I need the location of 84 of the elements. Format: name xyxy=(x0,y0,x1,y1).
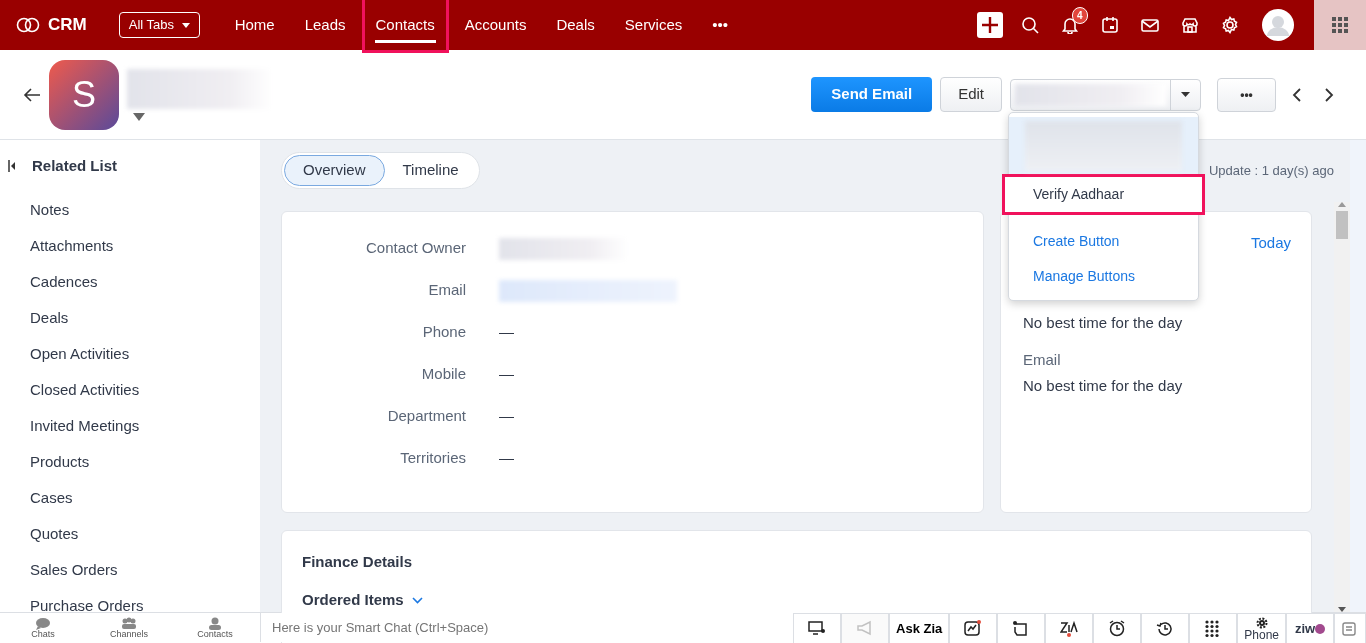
scrollbar[interactable] xyxy=(1334,202,1350,612)
caret-icon xyxy=(181,23,190,29)
avatar-icon[interactable] xyxy=(1262,9,1294,41)
history-icon[interactable] xyxy=(1156,619,1175,638)
edit-button[interactable]: Edit xyxy=(940,77,1002,112)
related-list-item[interactable]: Purchase Orders xyxy=(0,588,260,624)
send-email-button[interactable]: Send Email xyxy=(811,77,933,112)
previous-icon[interactable] xyxy=(1292,87,1302,102)
related-list-item[interactable]: Products xyxy=(0,444,260,480)
notification-badge: 4 xyxy=(1072,7,1088,24)
chevron-down-icon[interactable] xyxy=(411,596,423,604)
nav-tab[interactable]: Services xyxy=(613,0,694,50)
nav-tab[interactable]: Deals xyxy=(545,0,606,50)
dropdown-item[interactable]: Verify Aadhaar xyxy=(1005,177,1202,212)
all-tabs-button[interactable]: All Tabs xyxy=(118,12,200,38)
nav-tab[interactable]: Leads xyxy=(293,0,357,50)
field-label: Mobile xyxy=(420,364,466,385)
back-arrow-icon[interactable] xyxy=(23,87,41,102)
related-list-item[interactable]: Notes xyxy=(0,192,260,228)
add-icon[interactable] xyxy=(977,12,1003,38)
field-label: Contact Owner xyxy=(364,238,466,259)
related-list-item[interactable]: Sales Orders xyxy=(0,552,260,588)
caret-icon xyxy=(1181,92,1190,97)
contact-avatar: S xyxy=(49,59,119,130)
field-value: — xyxy=(499,448,514,469)
bell-icon[interactable] xyxy=(1061,16,1079,34)
related-list-item[interactable]: Deals xyxy=(0,300,260,336)
last-update-text: Update : 1 day(s) ago xyxy=(1208,161,1334,180)
view-tab[interactable]: Overview xyxy=(284,155,385,186)
monitor-icon[interactable] xyxy=(808,619,827,638)
field-label: Territories xyxy=(399,448,466,469)
field-value: — xyxy=(499,322,514,343)
ask-zia-button[interactable]: Ask Zia xyxy=(889,613,950,643)
calendar-icon[interactable] xyxy=(1101,16,1119,34)
brand-name: CRM xyxy=(48,14,87,37)
settings-icon[interactable] xyxy=(1221,16,1239,34)
bottom-tab-label[interactable]: Chats xyxy=(31,630,55,639)
tag-icon xyxy=(133,112,145,121)
dropdown-item[interactable]: Manage Buttons xyxy=(1009,259,1198,294)
more-actions-button[interactable]: ••• xyxy=(1217,77,1276,112)
nav-tab[interactable]: Accounts xyxy=(453,0,538,50)
related-list-item[interactable]: Cases xyxy=(0,480,260,516)
best-time-value: No best time for the day xyxy=(1023,376,1184,396)
phone-button[interactable]: Phone xyxy=(1237,613,1286,643)
related-list-item[interactable]: Invited Meetings xyxy=(0,408,260,444)
related-list-item[interactable]: Open Activities xyxy=(0,336,260,372)
related-list-item[interactable]: Cadences xyxy=(0,264,260,300)
search-icon[interactable] xyxy=(1021,16,1039,34)
field-value: — xyxy=(499,364,514,385)
field-label: Phone xyxy=(421,322,466,343)
nav-tab[interactable]: Home xyxy=(223,0,286,50)
best-time-value: No best time for the day xyxy=(1023,313,1184,333)
zia-logo-icon[interactable] xyxy=(1060,619,1079,638)
field-value: — xyxy=(499,406,514,427)
view-tab[interactable]: Timeline xyxy=(384,155,477,186)
chart-icon[interactable] xyxy=(964,619,983,638)
collapse-icon[interactable] xyxy=(8,160,16,172)
ziwo-dot-icon xyxy=(1315,623,1326,634)
bottom-tab-label[interactable]: Contacts xyxy=(197,630,233,639)
nav-tab[interactable]: Contacts xyxy=(364,0,446,50)
field-label: Email xyxy=(427,280,466,301)
dropdown-item[interactable]: Create Button xyxy=(1009,224,1198,259)
channels-icon[interactable] xyxy=(121,617,137,630)
contacts-icon[interactable] xyxy=(207,617,223,630)
more-tabs-button[interactable]: ••• xyxy=(701,0,740,50)
alarm-icon[interactable] xyxy=(1108,619,1127,638)
best-time-heading: Email xyxy=(1023,349,1062,370)
section-title: Ordered Items xyxy=(302,590,404,610)
mail-icon[interactable] xyxy=(1141,16,1159,34)
related-list-item[interactable]: Quotes xyxy=(0,516,260,552)
related-list-title: Related List xyxy=(32,155,118,176)
store-icon[interactable] xyxy=(1181,16,1199,34)
next-icon[interactable] xyxy=(1324,87,1334,102)
scroll-thumb[interactable] xyxy=(1336,211,1348,239)
bottom-tab-label[interactable]: Channels xyxy=(110,630,148,639)
gear-icon xyxy=(1255,616,1268,629)
logo-icon xyxy=(16,16,40,34)
notes-icon[interactable] xyxy=(1341,619,1359,638)
related-list-item[interactable]: Closed Activities xyxy=(0,372,260,408)
apps-grid-icon[interactable] xyxy=(1332,17,1348,33)
field-label: Department xyxy=(386,406,466,427)
finance-title: Finance Details xyxy=(302,551,414,572)
related-list-item[interactable]: Attachments xyxy=(0,228,260,264)
chats-icon[interactable] xyxy=(35,617,51,630)
